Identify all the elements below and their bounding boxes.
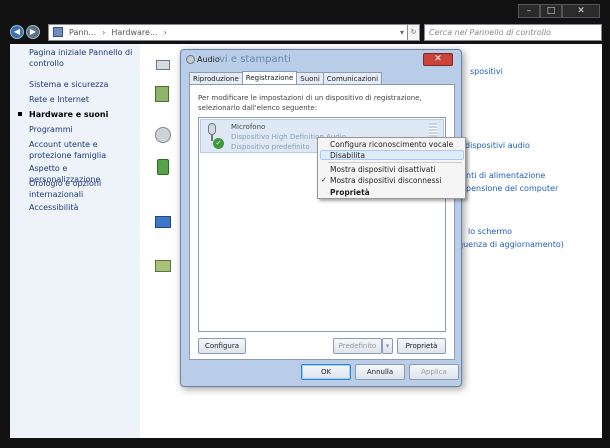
dialog-close-button[interactable]: ✕ [423,53,453,66]
menu-item-show-disconnected[interactable]: Mostra dispositivi disconnessi [330,176,441,185]
link-devices[interactable]: spositivi [470,67,503,76]
tab-communications[interactable]: Comunicazioni [322,72,383,84]
audio-dialog: Audio vi e stampanti ✕ Riproduzione Regi… [180,49,462,387]
minimize-button[interactable]: – [518,4,540,18]
refresh-icon[interactable]: ↻ [408,23,420,41]
device-status: Dispositivo predefinito [231,143,310,151]
display-icon [154,214,174,232]
default-device-check-icon: ✓ [213,138,224,149]
ok-button[interactable]: OK [301,364,351,380]
control-panel-icon [53,27,63,37]
sidebar-item-home[interactable]: Pagina iniziale Pannello di controllo [29,47,134,69]
maximize-button[interactable]: □ [540,4,562,18]
address-dropdown-icon[interactable]: ▾ [400,28,407,37]
sidebar-item-hardware-sound[interactable]: Hardware e suoni [29,109,108,120]
set-default-dropdown-icon[interactable]: ▾ [382,338,393,354]
context-menu: Configura riconoscimento vocale Disabili… [317,137,466,199]
sidebar-item-user-accounts[interactable]: Account utente e protezione famiglia [29,139,139,161]
apply-button[interactable]: Applica [409,364,459,380]
close-button[interactable]: ✕ [562,4,600,18]
caption-buttons: – □ ✕ [518,4,600,18]
forward-icon[interactable]: ▶ [26,25,40,39]
device-name: Microfono [231,123,266,131]
menu-separator [328,162,462,163]
breadcrumb-separator-icon: › [102,27,106,37]
link-sleep[interactable]: pensione del computer [466,184,558,193]
sidebar-item-network[interactable]: Rete e Internet [29,94,89,105]
link-audio-devices[interactable]: dispositivi audio [465,141,530,150]
autoplay-icon [154,86,174,104]
menu-item-properties[interactable]: Proprietà [330,188,370,197]
configure-button[interactable]: Configura [198,338,246,354]
menu-item-configure-speech[interactable]: Configura riconoscimento vocale [330,140,453,149]
dialog-tabs: Riproduzione Registrazione Suoni Comunic… [189,71,383,84]
breadcrumb-hardware[interactable]: Hardware... [111,28,157,37]
sidebar-item-clock-region[interactable]: Orologio e opzioni internazionali [29,178,129,200]
address-bar[interactable]: Pann... › Hardware... › ▾ [48,23,408,41]
link-screen[interactable]: lo schermo [468,227,512,236]
address-row: ◀ ▶ Pann... › Hardware... › ▾ ↻ Cerca ne… [10,22,602,42]
search-input[interactable]: Cerca nel Pannello di controllo [424,23,602,41]
checkmark-icon: ✓ [321,176,327,184]
power-options-icon [154,158,174,176]
breadcrumb-more[interactable]: › [164,28,167,37]
cancel-button[interactable]: Annulla [355,364,405,380]
properties-button[interactable]: Proprietà [397,338,446,354]
menu-item-show-disabled[interactable]: Mostra dispositivi disattivati [330,165,435,174]
tab-recording[interactable]: Registrazione [241,71,298,84]
link-refresh-rate[interactable]: quenza di aggiornamento) [458,240,564,249]
menu-item-disable[interactable]: Disabilita [330,151,365,160]
link-power-settings[interactable]: nti di alimentazione [466,171,545,180]
speaker-icon [186,55,195,64]
active-bullet-icon [18,112,22,116]
tab-playback[interactable]: Riproduzione [189,72,243,84]
panel-description: Per modificare le impostazioni di un dis… [198,94,422,112]
breadcrumb-control-panel[interactable]: Pann... [69,28,96,37]
sidebar-item-programs[interactable]: Programmi [29,124,73,135]
set-default-button[interactable]: Predefinito [333,338,382,354]
dialog-title: Audio [197,55,220,64]
background-window-title: vi e stampanti [219,54,291,65]
back-icon[interactable]: ◀ [10,25,24,39]
sound-icon [154,126,174,144]
sidebar-item-accessibility[interactable]: Accessibilità [29,202,78,213]
recording-panel: Per modificare le impostazioni di un dis… [189,84,455,360]
sidebar-item-system-security[interactable]: Sistema e sicurezza [29,79,108,90]
tab-sounds[interactable]: Suoni [296,72,324,84]
devices-printers-icon [154,56,174,74]
sidebar: Pagina iniziale Pannello di controllo Si… [10,44,140,438]
location-sensors-icon [154,258,174,276]
